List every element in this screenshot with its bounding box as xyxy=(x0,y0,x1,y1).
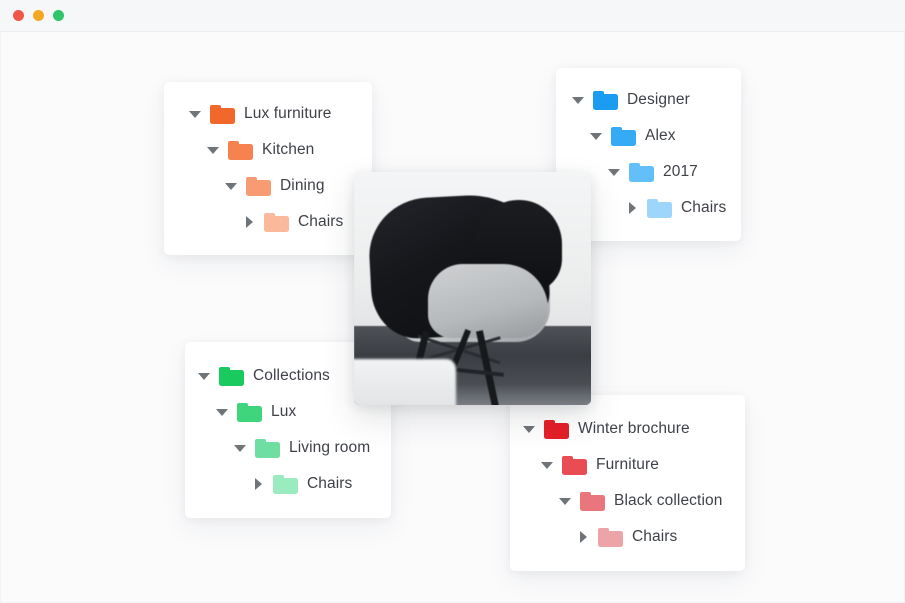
tree-row-label: Dining xyxy=(280,177,325,195)
close-button[interactable] xyxy=(13,10,24,21)
tree-row-label: Living room xyxy=(289,439,371,457)
traffic-light-group xyxy=(13,10,64,21)
folder-icon xyxy=(237,402,262,422)
maximize-button[interactable] xyxy=(53,10,64,21)
folder-icon xyxy=(562,455,587,475)
chevron-down-icon[interactable] xyxy=(197,369,211,383)
app-window: Lux furniture Kitchen Dining Chairs Desi… xyxy=(0,0,905,603)
tree-row-label: Winter brochure xyxy=(578,420,690,438)
folder-icon xyxy=(647,198,672,218)
chevron-right-icon[interactable] xyxy=(625,201,639,215)
chair-inner-seat xyxy=(428,264,548,338)
tree-row-label: Kitchen xyxy=(262,141,315,159)
title-bar xyxy=(0,0,905,32)
chevron-right-icon[interactable] xyxy=(242,215,256,229)
chevron-right-icon[interactable] xyxy=(251,477,265,491)
folder-icon xyxy=(629,162,654,182)
minimize-button[interactable] xyxy=(33,10,44,21)
chevron-down-icon[interactable] xyxy=(188,107,202,121)
tree-row[interactable]: Winter brochure xyxy=(510,411,745,447)
tree-row-label: Chairs xyxy=(632,528,678,546)
chevron-down-icon[interactable] xyxy=(522,422,536,436)
chevron-right-icon[interactable] xyxy=(576,530,590,544)
tree-row[interactable]: Chairs xyxy=(510,519,745,555)
folder-icon xyxy=(598,527,623,547)
folder-icon xyxy=(210,104,235,124)
tree-row[interactable]: Kitchen xyxy=(164,132,372,168)
folder-icon xyxy=(580,491,605,511)
folder-icon xyxy=(255,438,280,458)
tree-row[interactable]: Chairs xyxy=(185,466,391,502)
tree-row-label: Chairs xyxy=(307,475,353,493)
tree-row-label: Collections xyxy=(253,367,330,385)
tree-row-label: Black collection xyxy=(614,492,723,510)
tree-row-label: Furniture xyxy=(596,456,659,474)
tree-row-label: Lux xyxy=(271,403,297,421)
folder-icon xyxy=(228,140,253,160)
photo-foreground-object xyxy=(354,359,456,405)
tree-row-label: 2017 xyxy=(663,163,698,181)
tree-row[interactable]: Designer xyxy=(556,82,741,118)
tree-row[interactable]: Furniture xyxy=(510,447,745,483)
folder-icon xyxy=(611,126,636,146)
folder-icon xyxy=(593,90,618,110)
chevron-down-icon[interactable] xyxy=(206,143,220,157)
tree-row[interactable]: Chairs xyxy=(164,204,372,240)
tree-row[interactable]: Black collection xyxy=(510,483,745,519)
tree-row-label: Alex xyxy=(645,127,676,145)
chevron-down-icon[interactable] xyxy=(215,405,229,419)
folder-icon xyxy=(246,176,271,196)
content-canvas: Lux furniture Kitchen Dining Chairs Desi… xyxy=(0,32,905,603)
folder-icon xyxy=(219,366,244,386)
folder-tree-panel-winter-brochure[interactable]: Winter brochure Furniture Black collecti… xyxy=(510,395,745,571)
tree-row-label: Lux furniture xyxy=(244,105,332,123)
tree-row-label: Chairs xyxy=(681,199,727,217)
chevron-down-icon[interactable] xyxy=(233,441,247,455)
chevron-down-icon[interactable] xyxy=(558,494,572,508)
chevron-down-icon[interactable] xyxy=(589,129,603,143)
folder-tree-panel-lux-furniture[interactable]: Lux furniture Kitchen Dining Chairs xyxy=(164,82,372,255)
chair-photo-card[interactable] xyxy=(354,172,591,405)
folder-icon xyxy=(544,419,569,439)
tree-row-label: Chairs xyxy=(298,213,344,231)
tree-row[interactable]: Dining xyxy=(164,168,372,204)
chevron-down-icon[interactable] xyxy=(607,165,621,179)
photo-scene xyxy=(354,172,591,405)
folder-icon xyxy=(273,474,298,494)
tree-row[interactable]: Living room xyxy=(185,430,391,466)
folder-icon xyxy=(264,212,289,232)
chevron-down-icon[interactable] xyxy=(571,93,585,107)
tree-row[interactable]: Alex xyxy=(556,118,741,154)
chevron-down-icon[interactable] xyxy=(224,179,238,193)
chevron-down-icon[interactable] xyxy=(540,458,554,472)
tree-row-label: Designer xyxy=(627,91,690,109)
tree-row[interactable]: Lux furniture xyxy=(164,96,372,132)
